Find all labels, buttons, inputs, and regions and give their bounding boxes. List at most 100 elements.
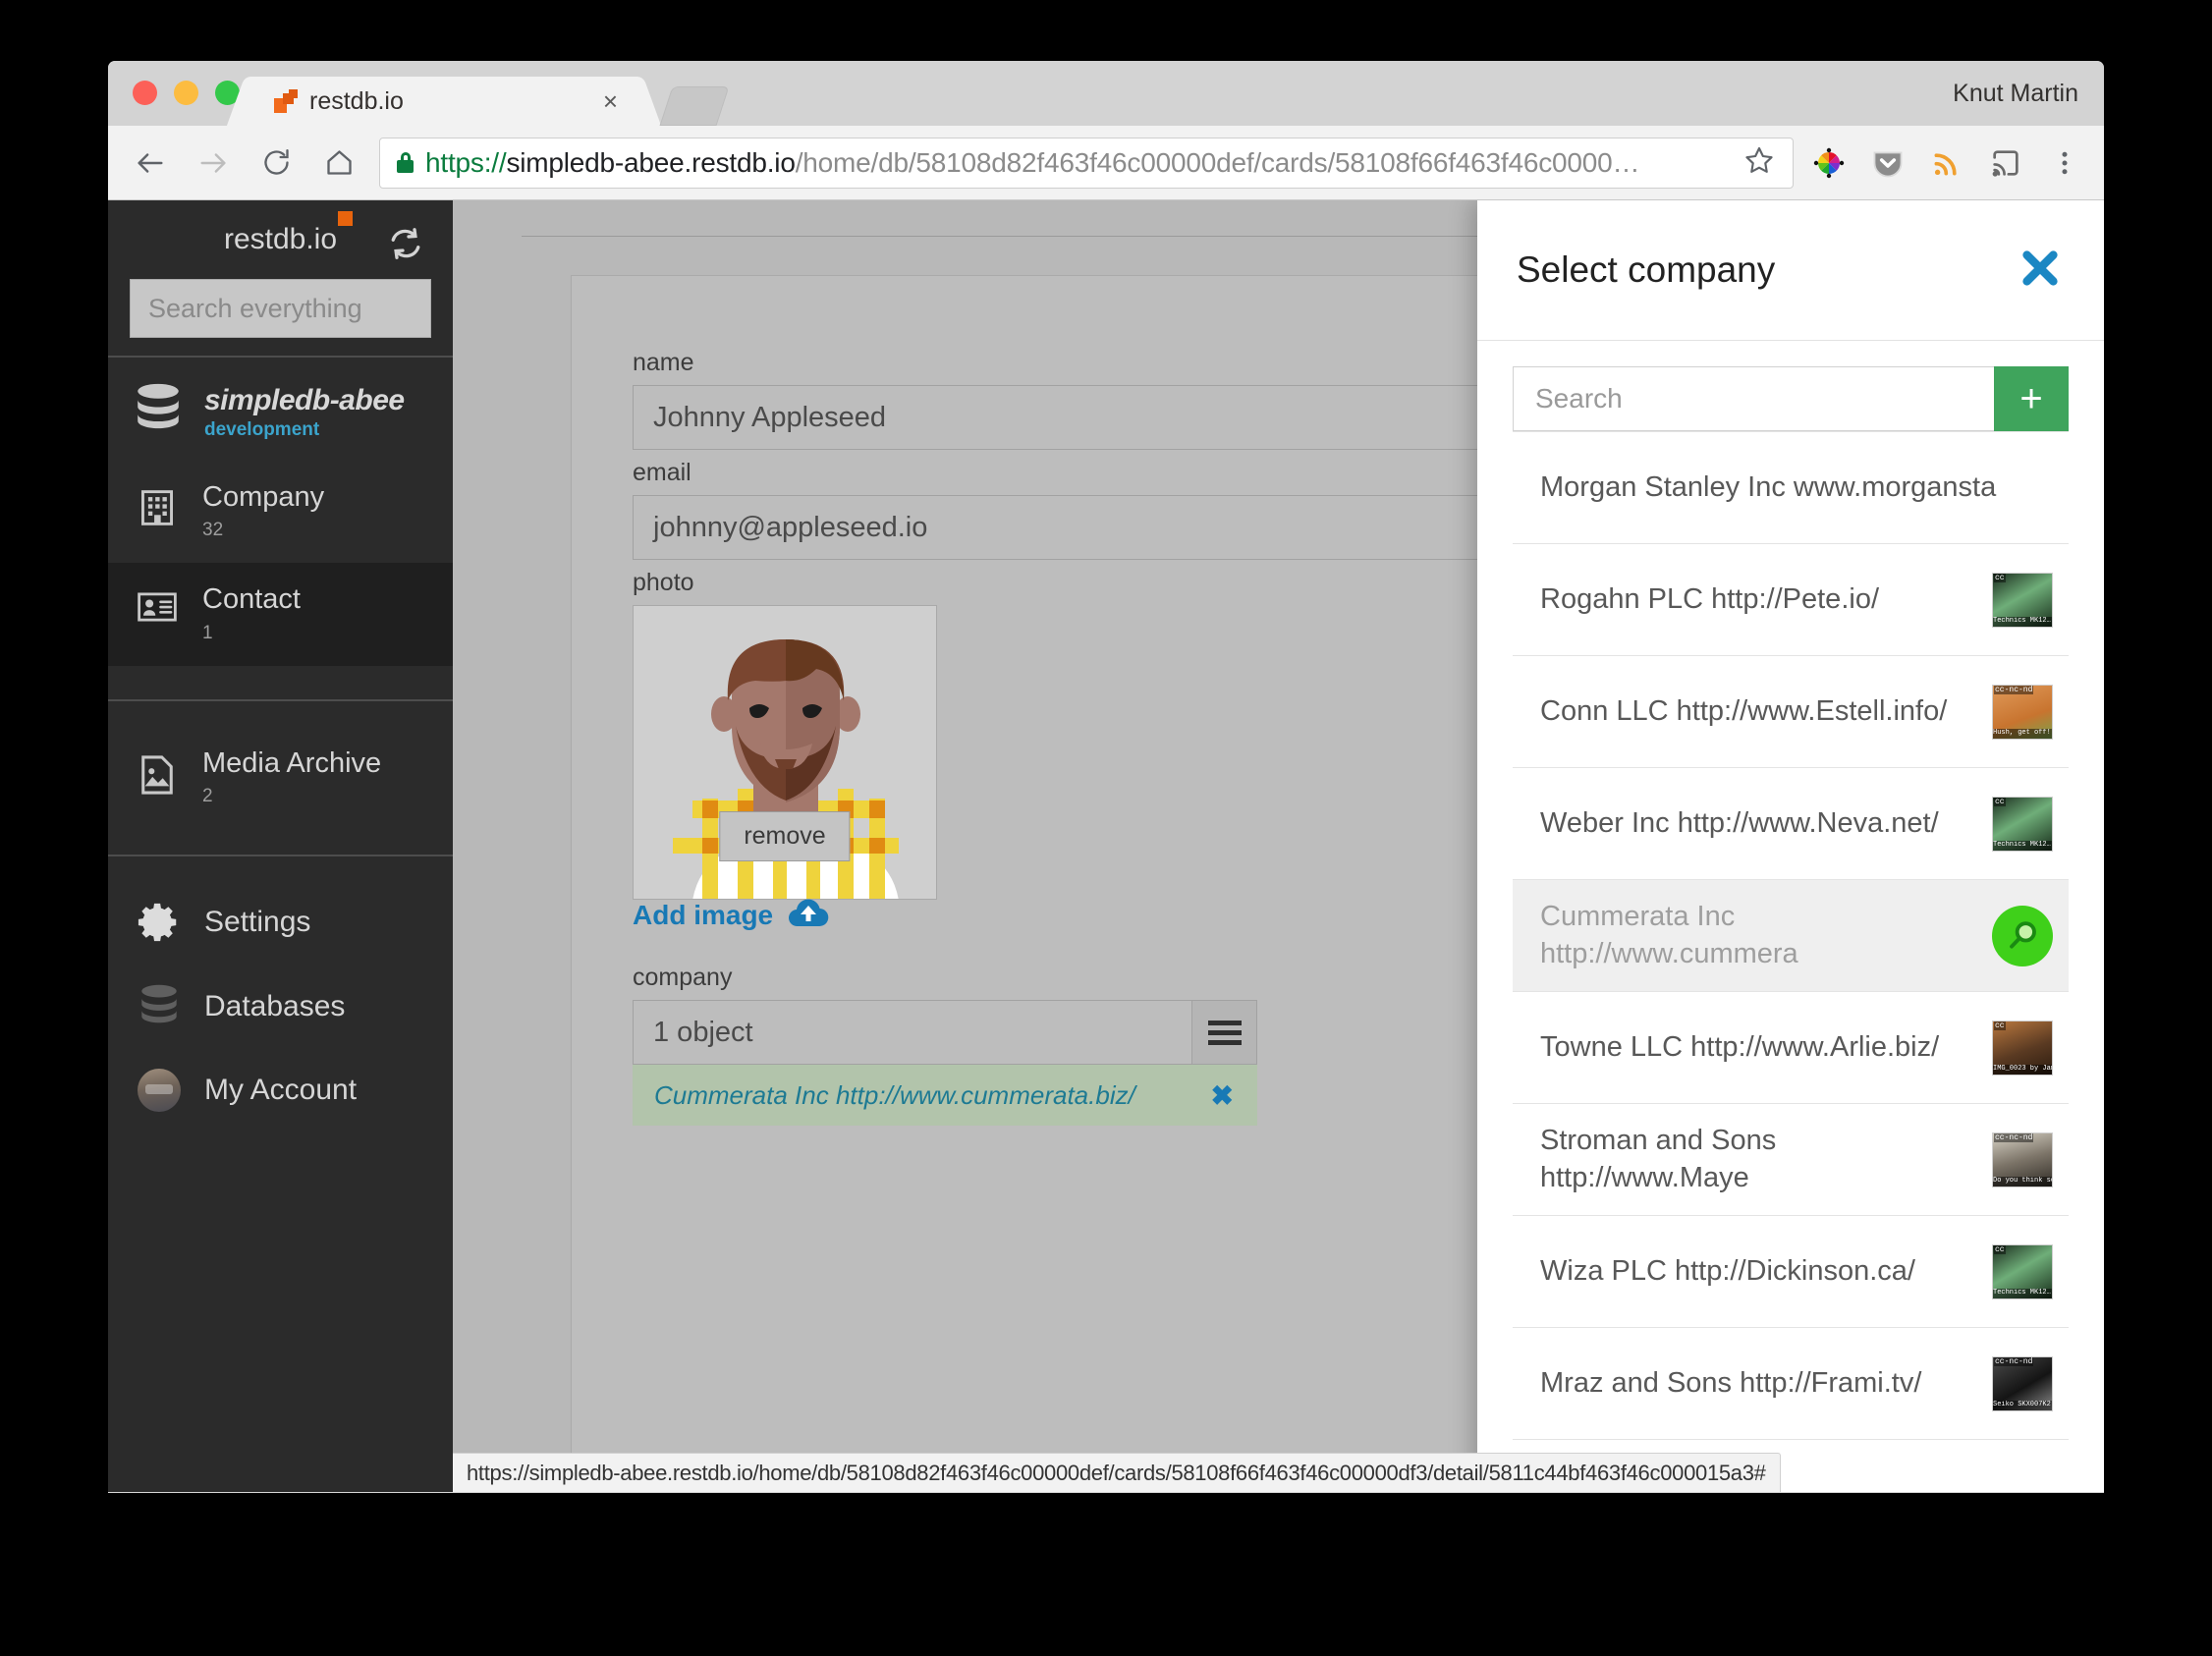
sidebar-item-settings[interactable]: Settings xyxy=(108,880,453,965)
company-chip-label: Cummerata Inc http://www.cummerata.biz/ xyxy=(654,1079,1135,1110)
reload-icon[interactable] xyxy=(249,137,303,190)
company-select-menu-button[interactable] xyxy=(1191,1001,1256,1064)
list-item-thumbnail: cc-nc-nd Hush, get off! xyxy=(1992,684,2053,740)
add-image-label: Add image xyxy=(633,899,774,930)
image-file-icon xyxy=(134,754,181,796)
building-icon xyxy=(134,488,181,527)
sidebar-item-media-archive-text: Media Archive 2 xyxy=(202,747,381,807)
rss-icon[interactable] xyxy=(1921,138,1972,189)
list-item-label: Morgan Stanley Inc www.morgansta xyxy=(1540,470,1997,503)
list-item[interactable]: Mraz and Sons http://Frami.tv/ cc-nc-nd … xyxy=(1513,1328,2069,1440)
brand-label: restdb.io xyxy=(223,223,338,255)
thumbnail-caption: Technics MK12… xyxy=(1993,841,2052,851)
cloud-upload-icon xyxy=(787,897,830,933)
hamburger-icon xyxy=(1207,1016,1242,1050)
add-image-link[interactable]: Add image xyxy=(633,897,830,933)
url-path: /home/db/58108d82f463f46c00000def/cards/… xyxy=(795,146,1640,178)
sidebar-database-header[interactable]: simpledb-abee development xyxy=(108,358,453,461)
app-sidebar: restdb.io Search everything simpledb-abe… xyxy=(108,200,453,1492)
cc-badge-label: cc-nc-nd xyxy=(1994,685,2034,695)
sidebar-item-my-account-label: My Account xyxy=(204,1074,358,1107)
address-bar[interactable]: https://simpledb-abee.restdb.io/home/db/… xyxy=(379,137,1794,189)
window-traffic-lights xyxy=(133,81,240,105)
list-item-selected[interactable]: Cummerata Inc http://www.cummera xyxy=(1513,880,2069,992)
modal-header: Select company xyxy=(1477,200,2104,341)
browser-tab-restdb[interactable]: restdb.io × xyxy=(249,77,639,126)
chrome-menu-icon[interactable] xyxy=(2039,138,2090,189)
status-bar: https://simpledb-abee.restdb.io/home/db/… xyxy=(453,1453,1781,1492)
company-select[interactable]: 1 object xyxy=(633,1000,1257,1065)
modal-search-input[interactable]: Search xyxy=(1513,366,1994,431)
browser-window: restdb.io × Knut Martin https://simpledb… xyxy=(108,61,2104,1493)
brand-dot-icon xyxy=(338,211,354,226)
extension-toolbar xyxy=(1803,138,2090,189)
company-select-value: 1 object xyxy=(634,1001,1191,1064)
new-tab-button[interactable] xyxy=(659,86,730,126)
close-x-icon[interactable] xyxy=(2018,246,2063,296)
minimize-window-button[interactable] xyxy=(174,81,198,105)
color-wheel-icon[interactable] xyxy=(1803,138,1854,189)
forward-arrow-icon[interactable] xyxy=(187,137,240,190)
cc-badge-label: cc-nc-nd xyxy=(1994,1356,2034,1367)
pocket-icon[interactable] xyxy=(1862,138,1913,189)
list-item-label: Stroman and Sons http://www.Maye xyxy=(1540,1124,1777,1193)
search-input[interactable]: Search everything xyxy=(130,279,431,338)
list-item-thumbnail: cc Technics MK12… xyxy=(1992,796,2053,852)
search-input-placeholder: Search everything xyxy=(148,293,362,323)
remove-photo-button[interactable]: remove xyxy=(719,811,851,861)
field-company-label: company xyxy=(633,964,733,991)
add-company-button[interactable]: + xyxy=(1994,366,2069,431)
home-icon[interactable] xyxy=(312,137,365,190)
sidebar-item-contact[interactable]: Contact 1 xyxy=(108,563,453,666)
contact-card-icon xyxy=(134,590,181,624)
company-list[interactable]: Morgan Stanley Inc www.morgansta Rogahn … xyxy=(1513,431,2069,1492)
sidebar-item-company[interactable]: Company 32 xyxy=(108,461,453,563)
company-select-summary: 1 object xyxy=(653,1016,753,1048)
window-user-label: Knut Martin xyxy=(1953,80,2078,107)
bookmark-star-icon[interactable] xyxy=(1743,144,1775,181)
list-item[interactable]: Rogahn PLC http://Pete.io/ cc Technics M… xyxy=(1513,544,2069,656)
sidebar-item-company-count: 32 xyxy=(202,520,224,541)
sidebar-item-media-archive-count: 2 xyxy=(202,786,213,807)
cast-icon[interactable] xyxy=(1980,138,2031,189)
sidebar-item-settings-label: Settings xyxy=(204,906,311,939)
tab-title: restdb.io xyxy=(309,86,404,115)
company-chip[interactable]: Cummerata Inc http://www.cummerata.biz/ … xyxy=(633,1065,1257,1126)
sidebar-brand-row: restdb.io xyxy=(108,200,453,279)
sidebar-item-databases[interactable]: Databases xyxy=(108,965,453,1049)
sidebar-item-my-account[interactable]: My Account xyxy=(108,1049,453,1132)
tab-close-icon[interactable]: × xyxy=(603,88,618,114)
thumbnail-caption: Technics MK12… xyxy=(1993,617,2052,627)
list-item[interactable]: Towne LLC http://www.Arlie.biz/ cc IMG_0… xyxy=(1513,992,2069,1104)
cc-badge-label: cc xyxy=(1994,1021,2006,1031)
modal-title: Select company xyxy=(1517,249,1776,290)
list-item[interactable]: Wiza PLC http://Dickinson.ca/ cc Technic… xyxy=(1513,1216,2069,1328)
list-item-thumbnail: cc-nc-nd Do you think so xyxy=(1992,1132,2053,1187)
list-item-label: Rogahn PLC http://Pete.io/ xyxy=(1540,582,1879,615)
refresh-icon[interactable] xyxy=(388,226,423,266)
modal-search-row: Search + xyxy=(1513,366,2069,431)
list-item[interactable]: Conn LLC http://www.Estell.info/ cc-nc-n… xyxy=(1513,656,2069,768)
list-item-label: Towne LLC http://www.Arlie.biz/ xyxy=(1540,1030,1940,1063)
sidebar-database-environment: development xyxy=(204,418,320,440)
page-viewport: restdb.io Search everything simpledb-abe… xyxy=(108,200,2104,1492)
list-item-label: Mraz and Sons http://Frami.tv/ xyxy=(1540,1366,1922,1399)
back-arrow-icon[interactable] xyxy=(124,137,177,190)
close-x-icon[interactable]: ✖ xyxy=(1211,1079,1234,1112)
sidebar-item-contact-text: Contact 1 xyxy=(202,584,301,643)
list-item[interactable]: Morgan Stanley Inc www.morgansta xyxy=(1513,432,2069,544)
list-item-label: Cummerata Inc http://www.cummera xyxy=(1540,900,1798,969)
browser-toolbar: https://simpledb-abee.restdb.io/home/db/… xyxy=(108,126,2104,200)
thumbnail-caption: Technics MK12… xyxy=(1993,1289,2052,1298)
list-item[interactable]: Stroman and Sons http://www.Maye cc-nc-n… xyxy=(1513,1104,2069,1216)
sidebar-database-text: simpledb-abee development xyxy=(204,384,405,441)
cc-badge-label: cc xyxy=(1994,1244,2006,1255)
select-company-modal: Select company Search + Morgan Stanley I… xyxy=(1477,200,2104,1492)
list-item[interactable]: Weber Inc http://www.Neva.net/ cc Techni… xyxy=(1513,768,2069,880)
sidebar-item-media-archive[interactable]: Media Archive 2 xyxy=(108,701,453,855)
list-item-thumbnail: cc IMG_0023 by Jam xyxy=(1992,1020,2053,1076)
list-item-label: Wiza PLC http://Dickinson.ca/ xyxy=(1540,1254,1915,1287)
main-content: Modif name Johnny Appleseed email johnny… xyxy=(453,200,2104,1492)
close-window-button[interactable] xyxy=(133,81,157,105)
